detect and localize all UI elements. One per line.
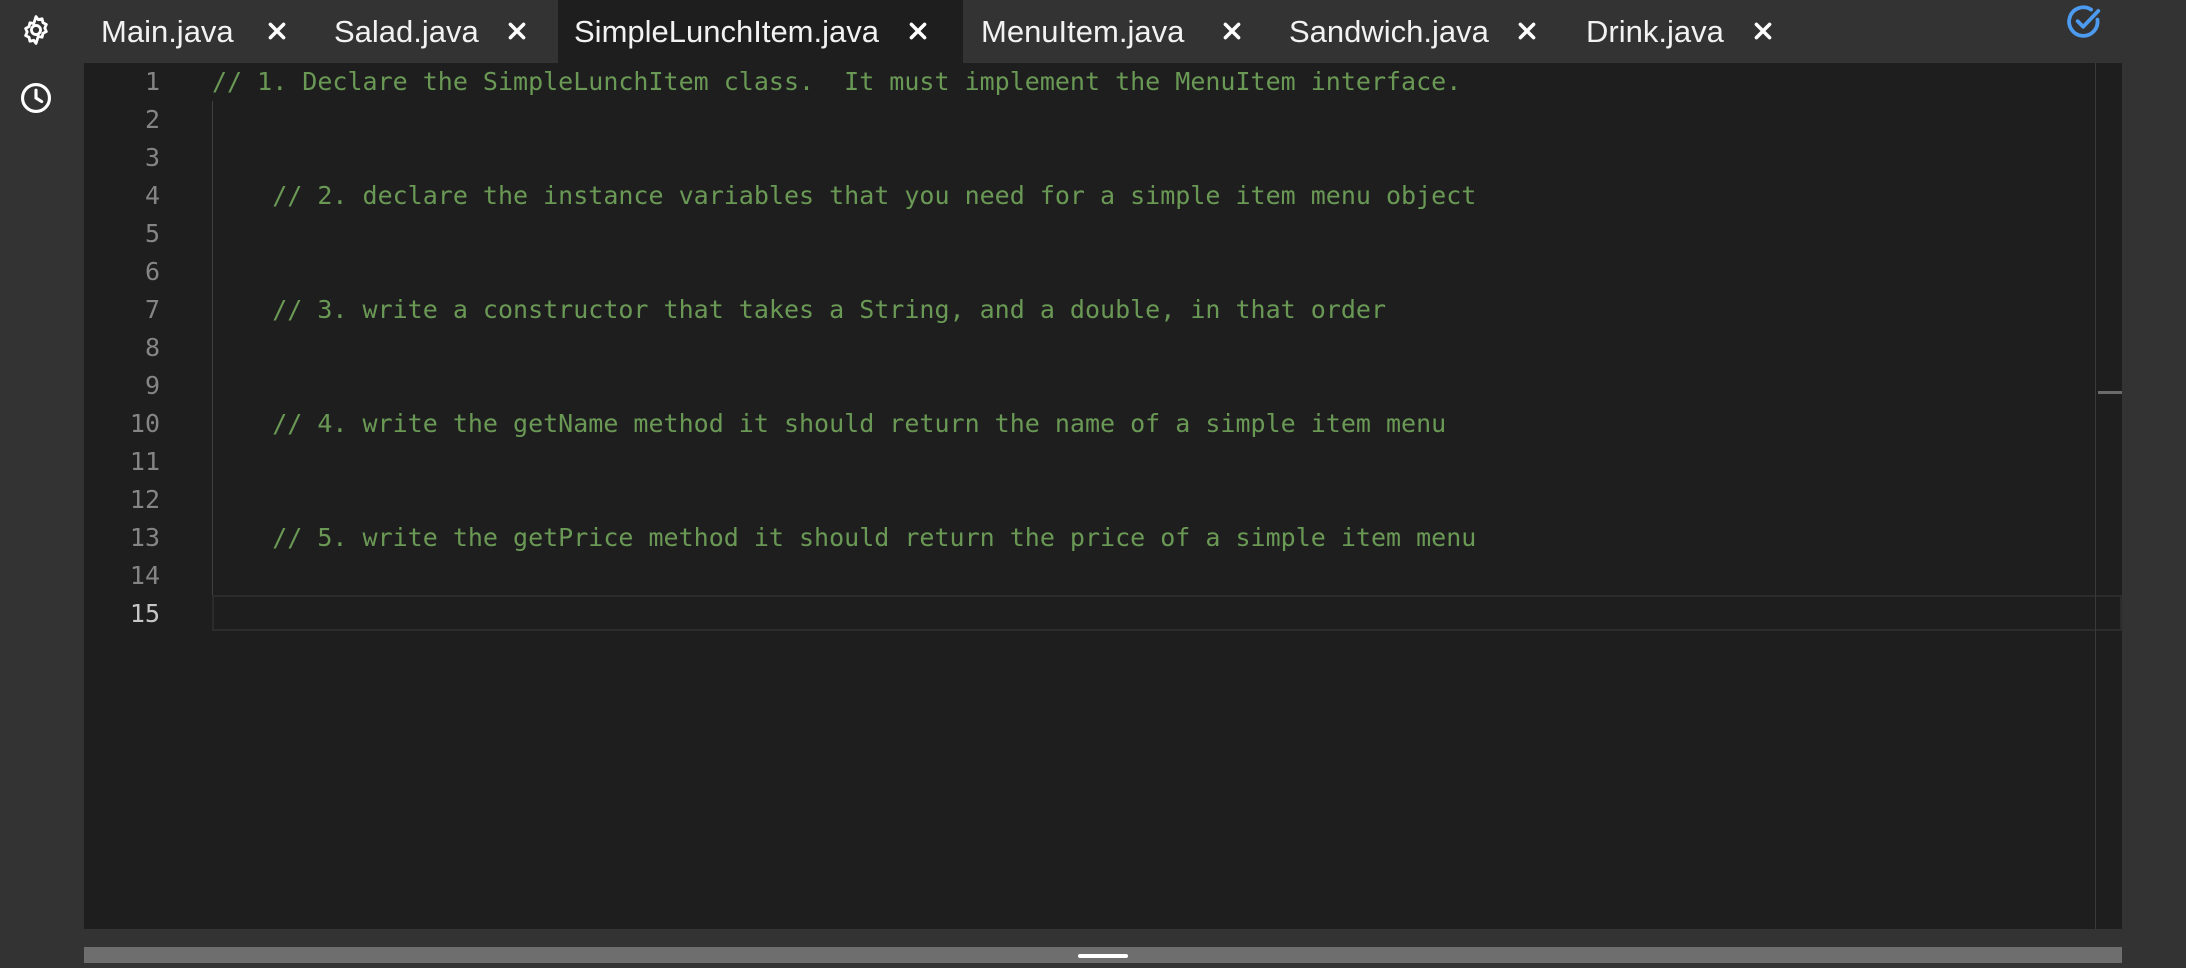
code-line[interactable]: 14 bbox=[84, 557, 2122, 595]
settings-icon[interactable] bbox=[18, 12, 54, 48]
overview-ruler-marker bbox=[2098, 391, 2122, 394]
panel-resize-handle[interactable] bbox=[84, 947, 2122, 963]
line-text: // 4. write the getName method it should… bbox=[212, 409, 1447, 438]
line-number: 10 bbox=[129, 409, 160, 438]
code-line[interactable]: 5 bbox=[84, 215, 2122, 253]
editor-tab-bar: Main.java Salad.java SimpleLunchItem.jav… bbox=[84, 0, 2122, 63]
tab-menuitem-java[interactable]: MenuItem.java bbox=[963, 0, 1253, 63]
tab-salad-java[interactable]: Salad.java bbox=[295, 0, 535, 63]
tab-simplelunchitem-java[interactable]: SimpleLunchItem.java bbox=[558, 0, 963, 63]
close-icon[interactable] bbox=[1215, 14, 1249, 48]
code-line[interactable]: 2 bbox=[84, 101, 2122, 139]
close-icon[interactable] bbox=[901, 14, 935, 48]
check-circle-icon[interactable] bbox=[2064, 2, 2104, 42]
code-line[interactable]: 6 bbox=[84, 253, 2122, 291]
tab-label: Drink.java bbox=[1586, 13, 1724, 49]
line-text: // 2. declare the instance variables tha… bbox=[212, 181, 1477, 210]
line-number: 11 bbox=[129, 447, 160, 476]
tab-label: SimpleLunchItem.java bbox=[574, 13, 879, 49]
activity-rail bbox=[0, 0, 84, 968]
line-number: 6 bbox=[144, 257, 160, 286]
code-line-current[interactable]: 15 bbox=[84, 595, 2122, 633]
tab-label: Sandwich.java bbox=[1289, 13, 1489, 49]
line-number: 9 bbox=[144, 371, 160, 400]
line-number: 5 bbox=[144, 219, 160, 248]
line-number: 2 bbox=[144, 105, 160, 134]
code-editor[interactable]: 1 // 1. Declare the SimpleLunchItem clas… bbox=[84, 63, 2122, 929]
code-line[interactable]: 11 bbox=[84, 443, 2122, 481]
line-text: // 3. write a constructor that takes a S… bbox=[212, 295, 1386, 324]
tab-sandwich-java[interactable]: Sandwich.java bbox=[1253, 0, 1550, 63]
line-text: // 1. Declare the SimpleLunchItem class.… bbox=[212, 67, 1462, 96]
close-icon[interactable] bbox=[1510, 14, 1544, 48]
line-number: 3 bbox=[144, 143, 160, 172]
line-number: 1 bbox=[144, 67, 160, 96]
tab-drink-java[interactable]: Drink.java bbox=[1550, 0, 1790, 63]
code-line[interactable]: 1 // 1. Declare the SimpleLunchItem clas… bbox=[84, 63, 2122, 101]
code-line[interactable]: 4 // 2. declare the instance variables t… bbox=[84, 177, 2122, 215]
line-number: 15 bbox=[129, 599, 160, 628]
line-text: // 5. write the getPrice method it shoul… bbox=[212, 523, 1477, 552]
tab-label: Salad.java bbox=[334, 13, 479, 49]
line-number: 12 bbox=[129, 485, 160, 514]
code-line[interactable]: 8 bbox=[84, 329, 2122, 367]
vertical-scrollbar[interactable] bbox=[2095, 63, 2096, 929]
line-number: 4 bbox=[144, 181, 160, 210]
close-icon[interactable] bbox=[260, 14, 294, 48]
history-icon[interactable] bbox=[18, 80, 54, 116]
tab-main-java[interactable]: Main.java bbox=[84, 0, 295, 63]
tab-label: Main.java bbox=[101, 13, 234, 49]
code-line[interactable]: 13 // 5. write the getPrice method it sh… bbox=[84, 519, 2122, 557]
code-line[interactable]: 7 // 3. write a constructor that takes a… bbox=[84, 291, 2122, 329]
line-number: 8 bbox=[144, 333, 160, 362]
code-line[interactable]: 12 bbox=[84, 481, 2122, 519]
tab-label: MenuItem.java bbox=[981, 13, 1185, 49]
line-number: 7 bbox=[144, 295, 160, 324]
close-icon[interactable] bbox=[500, 14, 534, 48]
close-icon[interactable] bbox=[1746, 14, 1780, 48]
line-number: 13 bbox=[129, 523, 160, 552]
drag-grip-icon[interactable] bbox=[1078, 954, 1128, 958]
code-line[interactable]: 10 // 4. write the getName method it sho… bbox=[84, 405, 2122, 443]
code-editor-app: Main.java Salad.java SimpleLunchItem.jav… bbox=[0, 0, 2186, 968]
line-number: 14 bbox=[129, 561, 160, 590]
code-line[interactable]: 3 bbox=[84, 139, 2122, 177]
code-line[interactable]: 9 bbox=[84, 367, 2122, 405]
